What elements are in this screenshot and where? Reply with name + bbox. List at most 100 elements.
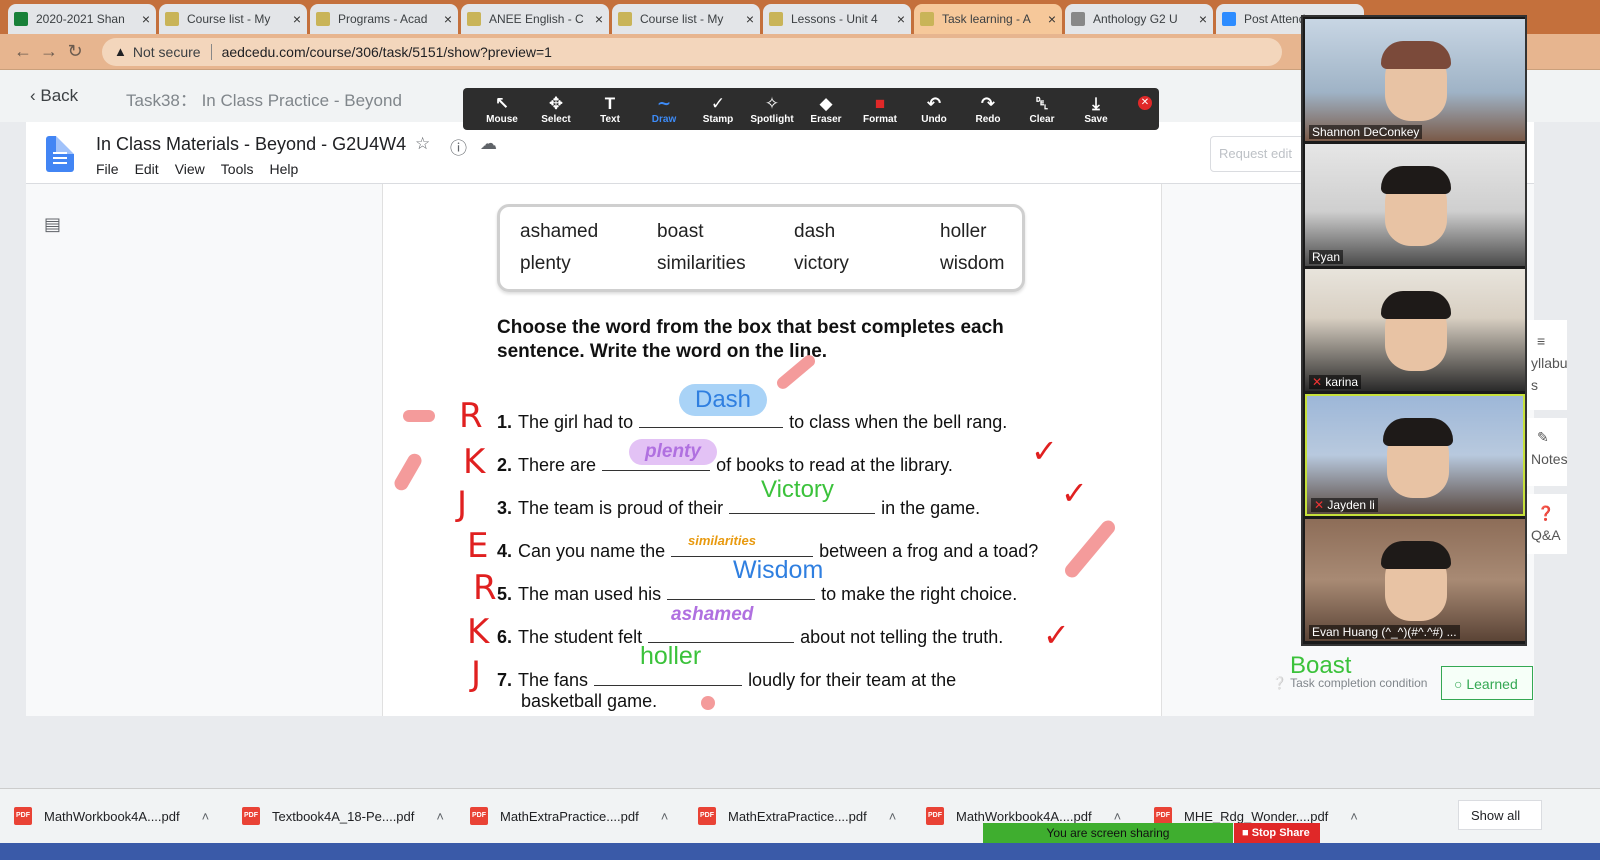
instructions: Choose the word from the box that best c… [497,317,1004,362]
tool-draw[interactable]: ∼ Draw [637,88,691,130]
tab-close-icon[interactable]: × [1199,11,1207,27]
student-initial: K [467,612,490,652]
handwritten-answer: ashamed [671,604,754,625]
forward-arrow-icon[interactable]: → [36,41,62,62]
tool-label: Spotlight [750,113,794,125]
chevron-up-icon[interactable]: ˄ [436,809,444,824]
browser-tab[interactable]: Course list - My × [159,4,307,34]
sentence-text-before: Can you name the [518,541,666,561]
menu-icon: ≡ [1537,333,1546,349]
participant-video[interactable]: ✕ karina [1305,269,1525,391]
tool-undo[interactable]: ↶ Undo [907,88,961,130]
pdf-file-icon: PDF [470,807,488,825]
participant-name: ✕ karina [1309,375,1362,389]
close-annotation-icon[interactable]: ✕ [1138,96,1152,110]
download-item[interactable]: PDF Textbook4A_18-Pe....pdf ˄ [242,807,470,825]
back-link[interactable]: ‹ Back [30,86,78,106]
tool-stamp[interactable]: ✓ Stamp [691,88,745,130]
google-docs-icon[interactable] [46,136,74,172]
show-all-button[interactable]: Show all [1458,800,1542,830]
tab-close-icon[interactable]: × [142,11,150,27]
tool-select[interactable]: ✥ Select [529,88,583,130]
pink-ink-mark [403,410,435,422]
download-filename: MathExtraPractice....pdf [728,808,867,824]
outline-icon[interactable]: ▤ [44,214,61,235]
participant-video[interactable]: Ryan [1305,144,1525,266]
tool-label: Stamp [702,113,734,125]
pink-ink-mark [701,696,715,710]
tool-redo[interactable]: ↷ Redo [961,88,1015,130]
tool-format[interactable]: ■ Format [853,88,907,130]
task-completion-condition[interactable]: ❔ Task completion condition [1272,676,1427,690]
star-icon[interactable]: ☆ [415,134,430,154]
answer-blank[interactable] [667,584,816,600]
download-filename: MHE_Rdg_Wonder....pdf [1184,808,1329,824]
learned-button[interactable]: ○ Learned [1441,666,1533,700]
tab-close-icon[interactable]: × [897,11,905,27]
participant-name: Ryan [1309,250,1344,264]
download-item[interactable]: PDF MathExtraPractice....pdf ˄ [698,807,926,825]
participant-hair [1381,291,1451,319]
tool-eraser[interactable]: ◆ Eraser [799,88,853,130]
stop-share-button[interactable]: ■ Stop Share [1234,823,1320,843]
browser-tab[interactable]: 2020-2021 Shan × [8,4,156,34]
menu-help[interactable]: Help [269,161,298,177]
browser-tab[interactable]: Lessons - Unit 4 × [763,4,911,34]
browser-tab[interactable]: Programs - Acad × [310,4,458,34]
menu-edit[interactable]: Edit [135,161,159,177]
menu-tools[interactable]: Tools [221,161,254,177]
tab-close-icon[interactable]: × [444,11,452,27]
menu-view[interactable]: View [175,161,205,177]
chevron-up-icon[interactable]: ˄ [202,809,210,824]
syllabus-tab[interactable]: ≡ yllabu s [1527,320,1568,410]
browser-tab[interactable]: Course list - My × [612,4,760,34]
participant-video[interactable]: ✕ Jayden li [1305,394,1525,516]
doc-title[interactable]: In Class Materials - Beyond - G2U4W4 [96,134,406,155]
tool-save[interactable]: ⤓ Save [1069,88,1123,130]
answer-blank[interactable] [648,627,795,643]
participant-video[interactable]: Shannon DeConkey [1305,19,1525,141]
request-edit-button[interactable]: Request edit [1210,136,1310,172]
tab-close-icon[interactable]: × [1048,11,1056,27]
browser-tab[interactable]: Task learning - A × [914,4,1062,34]
chevron-up-icon[interactable]: ˄ [1350,809,1358,824]
tab-close-icon[interactable]: × [293,11,301,27]
participant-name-text: Evan Huang (^_^)(#^.^#) ... [1312,625,1457,639]
tool-mouse[interactable]: ↖ Mouse [475,88,529,130]
reload-icon[interactable]: ↻ [62,41,88,62]
chevron-up-icon[interactable]: ˄ [1114,809,1122,824]
participant-name-text: Jayden li [1327,498,1375,512]
handwritten-answer: Victory [761,476,834,503]
student-initial: J [457,484,468,524]
sentence-text-continued: basketball game. [521,691,658,711]
pencil-icon: ✎ [1537,429,1549,445]
tool-label: Text [600,113,620,125]
chevron-up-icon[interactable]: ˄ [889,809,897,824]
menu-file[interactable]: File [96,161,119,177]
tool-spotlight[interactable]: ✧ Spotlight [745,88,799,130]
qa-tab[interactable]: ❓ Q&A [1527,494,1567,554]
answer-blank[interactable] [594,670,743,686]
participant-video[interactable]: Evan Huang (^_^)(#^.^#) ... [1305,519,1525,641]
sentence-number: 3. [497,498,513,518]
browser-tab[interactable]: Anthology G2 U × [1065,4,1213,34]
url-input[interactable]: ▲ Not secure aedcedu.com/course/306/task… [102,37,1282,66]
browser-tab[interactable]: ANEE English - C × [461,4,609,34]
cloud-icon[interactable]: ☁ [480,134,497,154]
tool-clear[interactable]: ␡ Clear [1015,88,1069,130]
sentence-text-before: The team is proud of their [518,498,724,518]
downloads-bar: PDF MathWorkbook4A....pdf ˄ PDF Textbook4A_1… [0,788,1600,843]
tool-text[interactable]: T Text [583,88,637,130]
tab-close-icon[interactable]: × [595,11,603,27]
download-item[interactable]: PDF MathWorkbook4A....pdf ˄ [14,807,242,825]
handwritten-answer: plenty [629,439,717,465]
back-arrow-icon[interactable]: ← [10,41,36,62]
info-icon[interactable]: ⓘ [450,134,467,159]
tab-close-icon[interactable]: × [746,11,754,27]
word-box-item: holler [940,221,987,242]
notes-tab[interactable]: ✎ Notes [1527,418,1568,486]
chevron-up-icon[interactable]: ˄ [661,809,669,824]
download-item[interactable]: PDF MathExtraPractice....pdf ˄ [470,807,698,825]
pdf-file-icon: PDF [242,807,260,825]
sentence-text-after: loudly for their team at the [748,670,957,690]
